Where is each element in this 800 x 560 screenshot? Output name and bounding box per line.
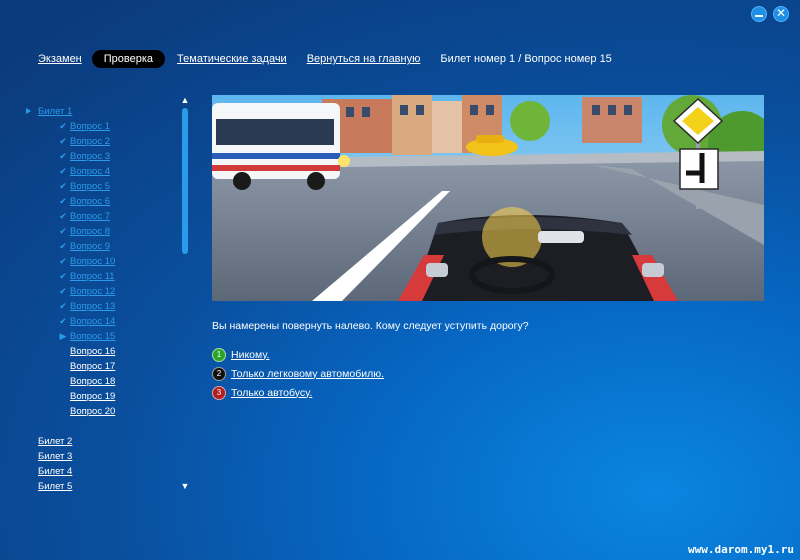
scroll-up-arrow-icon[interactable]: ▲ <box>180 95 190 105</box>
minimize-icon <box>755 15 763 17</box>
answer-number-badge: 3 <box>212 385 226 400</box>
sidebar-ticket-label[interactable]: Билет 3 <box>38 449 72 464</box>
answer-number-badge: 1 <box>212 347 226 362</box>
check-icon: ✔ <box>59 166 67 176</box>
sidebar-question-item[interactable]: ✔ Вопрос 11 <box>24 269 174 284</box>
sidebar: Билет 1 ✔ Вопрос 1 ✔ Вопрос 2 ✔ Вопрос 3 ✔ Вопр… <box>24 104 174 494</box>
sidebar-question-label[interactable]: Вопрос 12 <box>70 284 115 299</box>
answers-list: 1 Никому. 2 Только легковому автомобилю. 3 То… <box>212 345 384 402</box>
check-icon: ✔ <box>59 301 67 311</box>
sidebar-question-label[interactable]: Вопрос 3 <box>70 149 110 164</box>
sidebar-ticket-1[interactable]: Билет 1 <box>24 104 174 119</box>
sidebar-question-label[interactable]: Вопрос 11 <box>70 269 115 284</box>
close-button[interactable]: ✕ <box>773 6 789 22</box>
sidebar-question-item[interactable]: Вопрос 17 <box>24 359 174 374</box>
road-scene-image <box>212 95 764 301</box>
sidebar-question-item[interactable]: ✔ Вопрос 12 <box>24 284 174 299</box>
sidebar-question-label[interactable]: Вопрос 15 <box>70 329 115 344</box>
answer-label[interactable]: Никому. <box>231 349 269 361</box>
sidebar-question-item[interactable]: ✔ Вопрос 3 <box>24 149 174 164</box>
breadcrumb: Билет номер 1 / Вопрос номер 15 <box>440 53 612 65</box>
expand-triangle-icon <box>26 108 31 114</box>
check-icon: ✔ <box>59 211 67 221</box>
sidebar-question-label[interactable]: Вопрос 10 <box>70 254 115 269</box>
sidebar-ticket-item[interactable]: Билет 5 <box>24 479 174 494</box>
nav-exam-link[interactable]: Экзамен <box>38 53 82 65</box>
sidebar-ticket-label[interactable]: Билет 1 <box>38 104 72 119</box>
sidebar-question-item[interactable]: ✔ Вопрос 4 <box>24 164 174 179</box>
nav-home-link[interactable]: Вернуться на главную <box>307 53 421 65</box>
check-icon: ✔ <box>59 121 67 131</box>
sidebar-question-label[interactable]: Вопрос 2 <box>70 134 110 149</box>
sidebar-question-item[interactable]: ▶ Вопрос 15 <box>24 329 174 344</box>
sidebar-question-item[interactable]: ✔ Вопрос 9 <box>24 239 174 254</box>
sidebar-question-label[interactable]: Вопрос 16 <box>70 344 115 359</box>
check-icon: ✔ <box>59 286 67 296</box>
sidebar-question-item[interactable]: ✔ Вопрос 10 <box>24 254 174 269</box>
sidebar-question-item[interactable]: ✔ Вопрос 5 <box>24 179 174 194</box>
check-icon: ✔ <box>59 181 67 191</box>
sidebar-question-label[interactable]: Вопрос 20 <box>70 404 115 419</box>
sidebar-ticket-item[interactable]: Билет 4 <box>24 464 174 479</box>
nav-thematic-link[interactable]: Тематические задачи <box>177 53 287 65</box>
check-icon: ✔ <box>59 316 67 326</box>
sidebar-question-item[interactable]: Вопрос 19 <box>24 389 174 404</box>
sidebar-question-item[interactable]: Вопрос 18 <box>24 374 174 389</box>
check-icon: ✔ <box>59 241 67 251</box>
sidebar-question-item[interactable]: ✔ Вопрос 2 <box>24 134 174 149</box>
sidebar-question-item[interactable]: ✔ Вопрос 7 <box>24 209 174 224</box>
sidebar-ticket-label[interactable]: Билет 4 <box>38 464 72 479</box>
answer-label[interactable]: Только автобусу. <box>231 387 312 399</box>
sidebar-ticket-label[interactable]: Билет 2 <box>38 434 72 449</box>
sidebar-question-item[interactable]: Вопрос 20 <box>24 404 174 419</box>
sidebar-question-label[interactable]: Вопрос 9 <box>70 239 110 254</box>
sidebar-question-label[interactable]: Вопрос 7 <box>70 209 110 224</box>
sidebar-question-label[interactable]: Вопрос 4 <box>70 164 110 179</box>
sidebar-question-label[interactable]: Вопрос 17 <box>70 359 115 374</box>
sidebar-question-label[interactable]: Вопрос 19 <box>70 389 115 404</box>
current-arrow-icon: ▶ <box>59 331 67 341</box>
answer-option[interactable]: 3 Только автобусу. <box>212 383 384 402</box>
sidebar-question-label[interactable]: Вопрос 1 <box>70 119 110 134</box>
answer-label[interactable]: Только легковому автомобилю. <box>231 368 384 380</box>
sidebar-question-item[interactable]: ✔ Вопрос 6 <box>24 194 174 209</box>
question-illustration <box>212 95 764 301</box>
nav-check-tab[interactable]: Проверка <box>91 50 166 68</box>
watermark: www.darom.my1.ru <box>688 543 794 556</box>
sidebar-question-item[interactable]: Вопрос 16 <box>24 344 174 359</box>
sidebar-ticket-label[interactable]: Билет 5 <box>38 479 72 494</box>
sidebar-ticket-item[interactable]: Билет 2 <box>24 434 174 449</box>
scrollbar-thumb[interactable] <box>182 108 188 254</box>
minimize-button[interactable] <box>751 6 767 22</box>
sidebar-question-label[interactable]: Вопрос 13 <box>70 299 115 314</box>
sidebar-question-item[interactable]: ✔ Вопрос 1 <box>24 119 174 134</box>
sidebar-question-label[interactable]: Вопрос 6 <box>70 194 110 209</box>
scroll-down-arrow-icon[interactable]: ▼ <box>180 481 190 491</box>
check-icon: ✔ <box>59 196 67 206</box>
sidebar-question-item[interactable]: ✔ Вопрос 14 <box>24 314 174 329</box>
answer-number-badge: 2 <box>212 366 226 381</box>
question-text: Вы намерены повернуть налево. Кому следу… <box>212 320 529 332</box>
sidebar-question-item[interactable]: ✔ Вопрос 8 <box>24 224 174 239</box>
sidebar-ticket-item[interactable]: Билет 3 <box>24 449 174 464</box>
answer-option[interactable]: 1 Никому. <box>212 345 384 364</box>
check-icon: ✔ <box>59 226 67 236</box>
sidebar-question-label[interactable]: Вопрос 8 <box>70 224 110 239</box>
check-icon: ✔ <box>59 151 67 161</box>
check-icon: ✔ <box>59 271 67 281</box>
answer-option[interactable]: 2 Только легковому автомобилю. <box>212 364 384 383</box>
sidebar-question-label[interactable]: Вопрос 14 <box>70 314 115 329</box>
check-icon: ✔ <box>59 256 67 266</box>
sidebar-question-item[interactable]: ✔ Вопрос 13 <box>24 299 174 314</box>
sidebar-question-label[interactable]: Вопрос 5 <box>70 179 110 194</box>
top-nav: Экзамен Проверка Тематические задачи Вер… <box>38 48 612 70</box>
close-icon: ✕ <box>775 6 787 20</box>
check-icon: ✔ <box>59 136 67 146</box>
sidebar-question-label[interactable]: Вопрос 18 <box>70 374 115 389</box>
